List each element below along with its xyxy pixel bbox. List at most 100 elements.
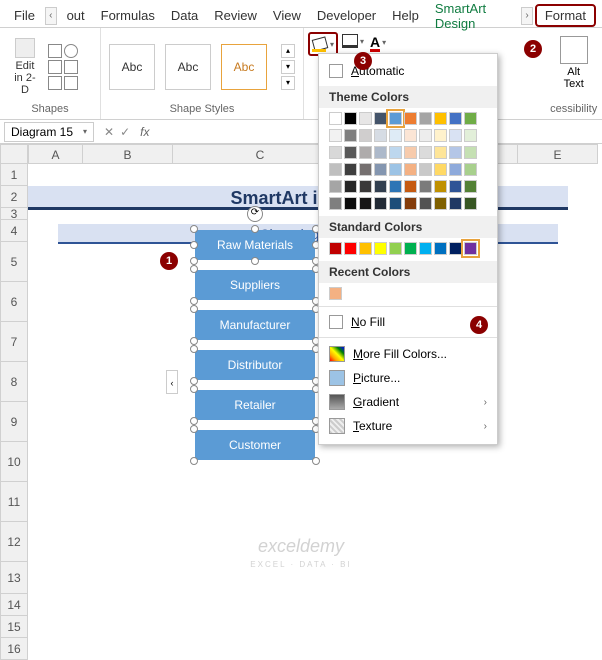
color-swatch[interactable] <box>434 112 447 125</box>
color-swatch[interactable] <box>329 180 342 193</box>
smartart-node[interactable]: Raw Materials <box>195 230 315 260</box>
texture-option[interactable]: Texture › <box>319 414 497 438</box>
color-swatch[interactable] <box>374 163 387 176</box>
color-swatch[interactable] <box>434 197 447 210</box>
picture-option[interactable]: Picture... <box>319 366 497 390</box>
row-header[interactable]: 13 <box>0 562 28 594</box>
row-header[interactable]: 2 <box>0 186 28 208</box>
color-swatch[interactable] <box>374 242 387 255</box>
shape-gallery[interactable] <box>48 44 92 90</box>
color-swatch[interactable] <box>404 163 417 176</box>
col-header-a[interactable]: A <box>28 144 83 164</box>
more-colors-option[interactable]: More Fill Colors... <box>319 342 497 366</box>
color-swatch[interactable] <box>419 180 432 193</box>
tab-view[interactable]: View <box>265 4 309 27</box>
tab-out[interactable]: out <box>59 4 93 27</box>
color-swatch[interactable] <box>449 242 462 255</box>
color-swatch[interactable] <box>404 180 417 193</box>
color-swatch[interactable] <box>434 163 447 176</box>
row-header[interactable]: 1 <box>0 164 28 186</box>
rotate-handle[interactable]: ⟳ <box>247 206 263 222</box>
color-swatch[interactable] <box>419 197 432 210</box>
color-swatch[interactable] <box>464 180 477 193</box>
color-swatch[interactable] <box>329 163 342 176</box>
color-swatch[interactable] <box>464 163 477 176</box>
color-swatch[interactable] <box>389 163 402 176</box>
tab-help[interactable]: Help <box>384 4 427 27</box>
color-swatch[interactable] <box>449 197 462 210</box>
color-swatch[interactable] <box>374 180 387 193</box>
smartart-node[interactable]: Suppliers <box>195 270 315 300</box>
name-box[interactable]: Diagram 15▾ <box>4 122 94 142</box>
row-header[interactable]: 15 <box>0 616 28 638</box>
color-swatch[interactable] <box>419 163 432 176</box>
smartart-diagram[interactable]: ⟳ ‹ Raw Materials Suppliers Manufacturer… <box>180 230 330 470</box>
confirm-icon[interactable]: ✓ <box>120 125 130 139</box>
row-header[interactable]: 12 <box>0 522 28 562</box>
color-swatch[interactable] <box>344 242 357 255</box>
shape-outline-button[interactable]: ▾ <box>340 32 366 50</box>
color-swatch[interactable] <box>449 129 462 142</box>
row-header[interactable]: 5 <box>0 242 28 282</box>
gradient-option[interactable]: Gradient › <box>319 390 497 414</box>
edit-2d-button[interactable]: Edit in 2-D <box>8 34 42 100</box>
tab-developer[interactable]: Developer <box>309 4 384 27</box>
color-swatch[interactable] <box>374 129 387 142</box>
color-swatch[interactable] <box>449 163 462 176</box>
color-swatch[interactable] <box>464 129 477 142</box>
color-swatch[interactable] <box>464 197 477 210</box>
cancel-icon[interactable]: ✕ <box>104 125 114 139</box>
tab-file[interactable]: File <box>6 4 43 27</box>
color-swatch[interactable] <box>389 129 402 142</box>
row-header[interactable]: 10 <box>0 442 28 482</box>
col-header-e[interactable]: E <box>518 144 598 164</box>
style-scroll-down[interactable]: ▾ <box>281 60 295 74</box>
color-swatch[interactable] <box>464 146 477 159</box>
color-swatch[interactable] <box>419 129 432 142</box>
color-swatch[interactable] <box>374 197 387 210</box>
style-preset-3[interactable]: Abc <box>221 44 267 90</box>
tab-smartart-design[interactable]: SmartArt Design <box>427 0 519 35</box>
color-swatch[interactable] <box>419 112 432 125</box>
color-swatch[interactable] <box>344 197 357 210</box>
row-header[interactable]: 11 <box>0 482 28 522</box>
select-all-corner[interactable] <box>0 144 28 164</box>
tab-review[interactable]: Review <box>206 4 265 27</box>
color-swatch[interactable] <box>419 242 432 255</box>
color-swatch[interactable] <box>434 129 447 142</box>
color-swatch[interactable] <box>329 146 342 159</box>
tab-data[interactable]: Data <box>163 4 206 27</box>
smartart-node[interactable]: Manufacturer <box>195 310 315 340</box>
color-swatch[interactable] <box>404 129 417 142</box>
row-header[interactable]: 3 <box>0 208 28 220</box>
color-swatch[interactable] <box>389 242 402 255</box>
color-swatch[interactable] <box>344 163 357 176</box>
row-header[interactable]: 9 <box>0 402 28 442</box>
tab-formulas[interactable]: Formulas <box>93 4 163 27</box>
row-header[interactable]: 6 <box>0 282 28 322</box>
color-swatch[interactable] <box>359 180 372 193</box>
color-swatch[interactable] <box>464 242 477 255</box>
color-swatch[interactable] <box>329 287 342 300</box>
color-swatch[interactable] <box>359 112 372 125</box>
color-swatch[interactable] <box>329 242 342 255</box>
color-swatch[interactable] <box>389 146 402 159</box>
color-swatch[interactable] <box>374 146 387 159</box>
color-swatch[interactable] <box>344 146 357 159</box>
color-swatch[interactable] <box>449 112 462 125</box>
color-swatch[interactable] <box>329 112 342 125</box>
color-swatch[interactable] <box>359 146 372 159</box>
row-header[interactable]: 7 <box>0 322 28 362</box>
color-swatch[interactable] <box>449 180 462 193</box>
style-scroll-up[interactable]: ▴ <box>281 44 295 58</box>
smartart-node[interactable]: Distributor <box>195 350 315 380</box>
color-swatch[interactable] <box>389 197 402 210</box>
color-swatch[interactable] <box>344 129 357 142</box>
color-swatch[interactable] <box>449 146 462 159</box>
color-swatch[interactable] <box>329 197 342 210</box>
font-color-button[interactable]: A ▾ <box>368 32 388 52</box>
color-swatch[interactable] <box>434 180 447 193</box>
color-swatch[interactable] <box>419 146 432 159</box>
color-swatch[interactable] <box>329 129 342 142</box>
color-swatch[interactable] <box>434 242 447 255</box>
